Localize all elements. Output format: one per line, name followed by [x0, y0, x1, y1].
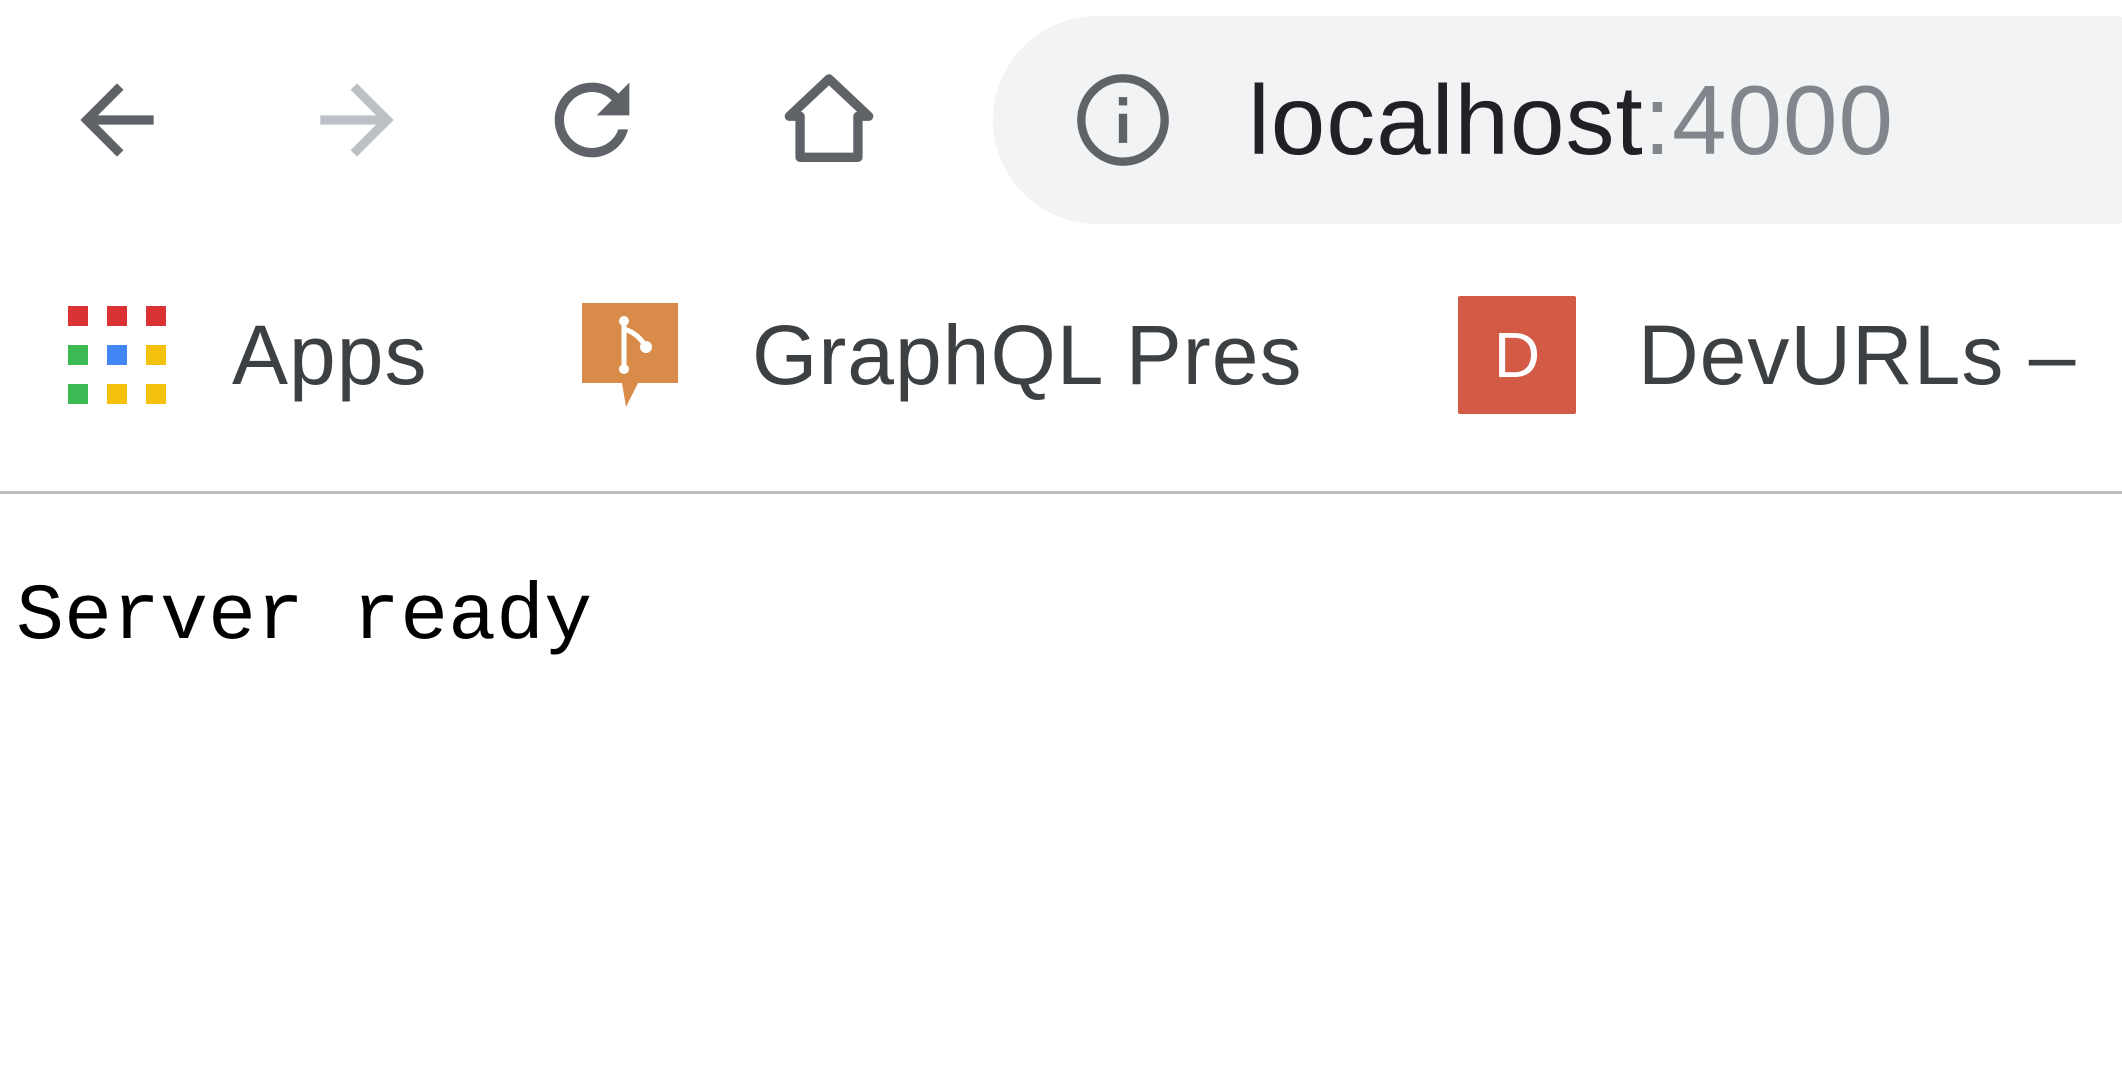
- url-port: :4000: [1643, 65, 1895, 175]
- home-icon: [784, 74, 874, 162]
- back-button[interactable]: [57, 60, 177, 180]
- forward-button[interactable]: [297, 60, 417, 180]
- reload-button[interactable]: [532, 60, 652, 180]
- arrow-left-icon: [80, 83, 154, 157]
- browser-window: localhost:4000 Apps GraphQL Pres D DevUR…: [0, 0, 2122, 1080]
- devurls-favicon: D: [1458, 296, 1576, 414]
- reload-icon: [554, 82, 630, 158]
- bookmark-graphql-pres[interactable]: GraphQL Pres: [578, 240, 1302, 470]
- bookmark-devurls[interactable]: D DevURLs –: [1458, 240, 2076, 470]
- bookmark-label: Apps: [232, 307, 428, 402]
- page-content: Server ready: [0, 494, 2122, 1080]
- info-circle-icon[interactable]: [1073, 70, 1173, 170]
- bookmark-label: DevURLs –: [1638, 307, 2077, 402]
- url-host: localhost: [1248, 65, 1644, 175]
- browser-toolbar: localhost:4000: [0, 0, 2122, 240]
- graphql-pres-favicon: [582, 303, 678, 407]
- url-text[interactable]: localhost:4000: [1248, 16, 1894, 224]
- devurls-favicon-letter: D: [1493, 319, 1541, 391]
- arrow-right-icon: [320, 83, 394, 157]
- home-button[interactable]: [769, 60, 889, 180]
- bookmark-label: GraphQL Pres: [752, 307, 1303, 402]
- server-status-text: Server ready: [16, 572, 593, 663]
- bookmark-apps[interactable]: Apps: [68, 240, 427, 470]
- apps-grid-icon: [68, 306, 166, 404]
- address-bar[interactable]: localhost:4000: [993, 16, 2122, 224]
- bookmarks-bar: Apps GraphQL Pres D DevURLs –: [0, 240, 2122, 494]
